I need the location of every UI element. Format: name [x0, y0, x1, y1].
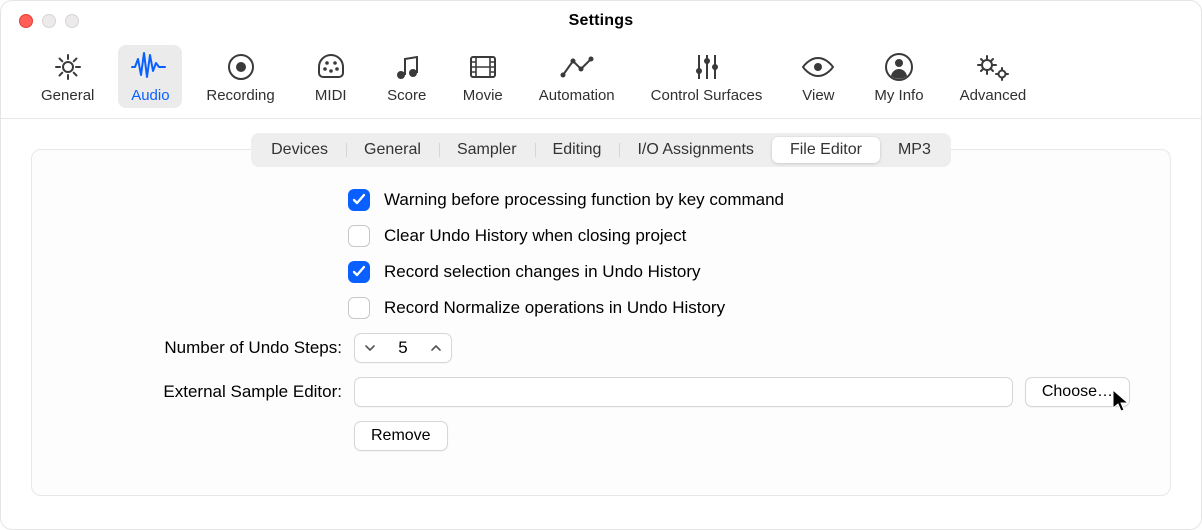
check-row-warn-process: Warning before processing function by ke… [348, 189, 1130, 211]
toolbar-label: Advanced [960, 87, 1027, 104]
subtab-devices[interactable]: Devices [253, 137, 346, 163]
toolbar-item-view[interactable]: View [786, 45, 850, 108]
midi-port-icon [311, 51, 351, 83]
record-icon [221, 51, 261, 83]
subtab-io-assignments[interactable]: I/O Assignments [619, 137, 772, 163]
checkbox-warn-process[interactable] [348, 189, 370, 211]
subtab-sampler[interactable]: Sampler [439, 137, 535, 163]
toolbar: General Audio Recording [1, 41, 1201, 119]
undo-steps-label: Number of Undo Steps: [72, 338, 342, 358]
toolbar-label: View [802, 87, 834, 104]
titlebar: Settings [1, 1, 1201, 41]
toolbar-label: Control Surfaces [651, 87, 763, 104]
stepper-decrement-icon[interactable] [355, 334, 385, 362]
subtab-editing[interactable]: Editing [535, 137, 620, 163]
stepper-value: 5 [385, 338, 421, 358]
remove-row: Remove [72, 421, 1130, 451]
external-editor-row: External Sample Editor: Choose… [72, 377, 1130, 407]
toolbar-item-control-surfaces[interactable]: Control Surfaces [639, 45, 775, 108]
film-icon [463, 51, 503, 83]
toolbar-label: Audio [131, 87, 169, 104]
toolbar-label: Score [387, 87, 426, 104]
toolbar-item-audio[interactable]: Audio [118, 45, 182, 108]
toolbar-label: My Info [874, 87, 923, 104]
undo-steps-stepper[interactable]: 5 [354, 333, 452, 363]
gear-icon [48, 51, 88, 83]
check-row-record-normalize: Record Normalize operations in Undo Hist… [348, 297, 1130, 319]
toolbar-item-automation[interactable]: Automation [527, 45, 627, 108]
toolbar-item-movie[interactable]: Movie [451, 45, 515, 108]
checkbox-label: Clear Undo History when closing project [384, 226, 686, 246]
toolbar-label: Recording [206, 87, 274, 104]
toolbar-item-recording[interactable]: Recording [194, 45, 286, 108]
form-area: Warning before processing function by ke… [32, 189, 1170, 495]
window-title: Settings [1, 12, 1201, 30]
toolbar-item-general[interactable]: General [29, 45, 106, 108]
checkbox-label: Warning before processing function by ke… [384, 190, 784, 210]
checkbox-record-selection[interactable] [348, 261, 370, 283]
toolbar-item-my-info[interactable]: My Info [862, 45, 935, 108]
eye-icon [798, 51, 838, 83]
choose-button[interactable]: Choose… [1025, 377, 1130, 407]
undo-steps-row: Number of Undo Steps: 5 [72, 333, 1130, 363]
external-editor-input[interactable] [354, 377, 1013, 407]
subtab-bar: Devices General Sampler Editing I/O Assi… [251, 133, 951, 167]
music-notes-icon [387, 51, 427, 83]
gears-icon [973, 51, 1013, 83]
external-editor-label: External Sample Editor: [72, 382, 342, 402]
subtab-mp3[interactable]: MP3 [880, 137, 949, 163]
check-row-record-selection: Record selection changes in Undo History [348, 261, 1130, 283]
toolbar-item-advanced[interactable]: Advanced [948, 45, 1039, 108]
toolbar-label: Automation [539, 87, 615, 104]
toolbar-item-midi[interactable]: MIDI [299, 45, 363, 108]
stepper-increment-icon[interactable] [421, 334, 451, 362]
checkbox-label: Record Normalize operations in Undo Hist… [384, 298, 725, 318]
checkbox-clear-undo[interactable] [348, 225, 370, 247]
toolbar-label: Movie [463, 87, 503, 104]
checkbox-label: Record selection changes in Undo History [384, 262, 701, 282]
automation-curve-icon [557, 51, 597, 83]
waveform-icon [130, 51, 170, 83]
remove-button[interactable]: Remove [354, 421, 448, 451]
checkbox-record-normalize[interactable] [348, 297, 370, 319]
toolbar-item-score[interactable]: Score [375, 45, 439, 108]
subtab-general[interactable]: General [346, 137, 439, 163]
check-row-clear-undo: Clear Undo History when closing project [348, 225, 1130, 247]
toolbar-label: General [41, 87, 94, 104]
user-icon [879, 51, 919, 83]
sliders-icon [687, 51, 727, 83]
toolbar-label: MIDI [315, 87, 347, 104]
subtab-file-editor[interactable]: File Editor [772, 137, 880, 163]
settings-window: Settings General Audio [0, 0, 1202, 530]
content-area: Devices General Sampler Editing I/O Assi… [1, 119, 1201, 496]
file-editor-panel: Devices General Sampler Editing I/O Assi… [31, 149, 1171, 496]
